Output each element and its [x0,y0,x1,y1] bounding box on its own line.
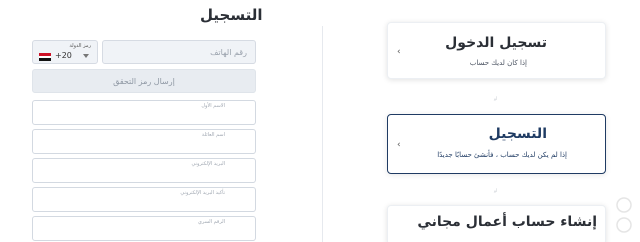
password-label: الرقم السري [197,219,225,225]
password-field[interactable]: الرقم السري [32,216,256,241]
phone-input[interactable]: رقم الهاتف [102,40,256,64]
egypt-flag-icon [39,53,51,61]
login-option-card[interactable]: ‹ تسجيل الدخول إذا كان لديك حساب [387,22,606,79]
email-field[interactable]: البريد الإلكتروني [32,158,256,183]
send-verification-code-button[interactable]: إرسال رمز التحقق [32,69,256,93]
register-option-subtitle: إذا لم يكن لديك حساب ، فأنشئ حسابًا جديد… [437,151,567,159]
chevron-left-icon: ‹ [397,140,401,150]
business-account-card[interactable]: إنشاء حساب أعمال مجاني [387,205,606,242]
last-name-label: اسم العائلة [201,132,225,138]
confirm-email-label: تأكيد البريد الإلكتروني [180,190,225,196]
decorative-pattern-icon [616,197,632,233]
page-title: التسجيل [200,6,263,24]
last-name-field[interactable]: اسم العائلة [32,129,256,154]
login-option-title: تسجيل الدخول [445,35,547,51]
business-account-title: إنشاء حساب أعمال مجاني [417,214,597,230]
or-separator: أو [494,96,498,101]
login-option-subtitle: إذا كان لديك حساب [469,59,527,67]
chevron-left-icon: ‹ [397,47,401,57]
email-label: البريد الإلكتروني [191,161,225,167]
first-name-field[interactable]: الاسم الأول [32,100,256,125]
country-code-value: +20 [55,51,72,60]
phone-row: رمز الدولة +20 رقم الهاتف [32,40,256,64]
column-divider [322,26,323,242]
country-code-select[interactable]: رمز الدولة +20 [32,40,98,64]
first-name-label: الاسم الأول [201,103,225,109]
or-separator: أو [494,188,498,193]
register-option-card[interactable]: ‹ التسجيل إذا لم يكن لديك حساب ، فأنشئ ح… [387,114,606,174]
country-code-label: رمز الدولة [69,43,91,49]
chevron-down-icon [83,54,89,58]
register-option-title: التسجيل [488,126,547,142]
confirm-email-field[interactable]: تأكيد البريد الإلكتروني [32,187,256,212]
